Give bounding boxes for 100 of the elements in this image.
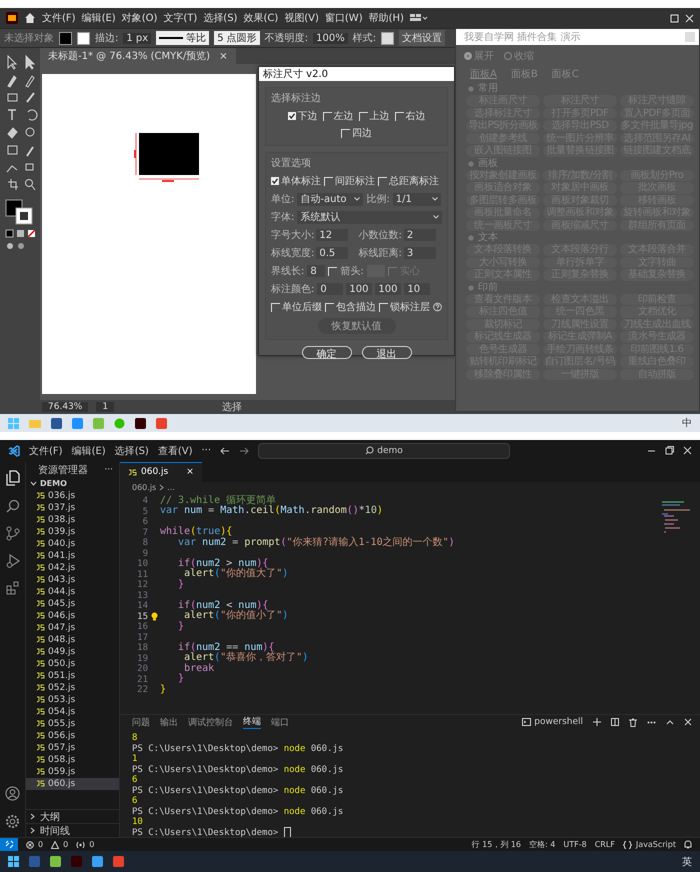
input-field[interactable]: 12 (316, 229, 348, 241)
file-item[interactable]: 055.js (26, 718, 119, 730)
file-item[interactable]: 052.js (26, 682, 119, 694)
dialog-button[interactable]: 确定 (302, 346, 352, 359)
terminal-selector[interactable]: powershell (522, 717, 583, 728)
file-item[interactable]: 037.js (26, 502, 119, 514)
menu-item[interactable]: 文件(F) (42, 11, 76, 25)
menu-item[interactable]: 文件(F) (29, 444, 63, 458)
file-item[interactable]: 059.js (26, 766, 119, 778)
forward-arrow-icon[interactable] (239, 446, 250, 455)
cursor-position[interactable]: 行 15，列 16 (472, 839, 522, 850)
scale-dropdown[interactable]: 1/1 (392, 192, 441, 206)
account-icon[interactable] (5, 786, 20, 802)
broadcast-icon[interactable] (76, 840, 86, 849)
close-icon[interactable] (684, 718, 692, 726)
help-icon[interactable] (433, 302, 442, 312)
file-item[interactable]: 053.js (26, 694, 119, 706)
file-item[interactable]: 049.js (26, 646, 119, 658)
input-field[interactable]: 10 (404, 283, 430, 295)
file-item[interactable]: 057.js (26, 742, 119, 754)
style-swatch[interactable] (381, 32, 394, 44)
unit-dropdown[interactable]: 自动-auto (297, 192, 364, 206)
windows-start-icon[interactable] (8, 418, 19, 428)
port-count[interactable]: 0 (89, 840, 94, 850)
more-icon[interactable] (647, 720, 656, 724)
checkbox[interactable] (288, 112, 296, 120)
menu-item[interactable]: 效果(C) (243, 11, 278, 25)
panel-tab[interactable]: 终端 (243, 715, 261, 730)
file-item[interactable]: 048.js (26, 634, 119, 646)
menu-item[interactable]: 选择(S) (114, 444, 149, 458)
file-item[interactable]: 040.js (26, 538, 119, 550)
search-icon[interactable] (6, 498, 20, 513)
input-field[interactable]: 8 (307, 265, 326, 277)
search-field[interactable]: demo (258, 442, 510, 459)
remote-button[interactable] (0, 838, 18, 852)
sidebar-section[interactable]: 大纲 (26, 809, 119, 824)
language-mode[interactable]: JavaScript (636, 840, 676, 850)
app-icon[interactable] (50, 856, 61, 868)
menu-item[interactable]: 视图(V) (284, 11, 319, 25)
input-field[interactable]: 0.5 (316, 247, 348, 259)
file-item[interactable]: 046.js (26, 610, 119, 622)
file-item[interactable]: 054.js (26, 706, 119, 718)
brush-dropdown[interactable]: 5 点圆形 (214, 31, 260, 45)
panel-tab[interactable]: 问题 (132, 715, 150, 730)
panel-tab[interactable]: 端口 (271, 715, 289, 730)
font-dropdown[interactable]: 系统默认 (297, 210, 442, 224)
source-control-icon[interactable] (6, 526, 20, 541)
error-icon[interactable] (26, 840, 34, 849)
folder-item[interactable]: DEMO (26, 478, 119, 490)
files-icon[interactable] (6, 470, 20, 486)
radio-button[interactable] (504, 52, 512, 60)
menu-item[interactable]: 对象(O) (122, 11, 158, 25)
input-field[interactable]: 0 (317, 283, 344, 295)
stroke-weight-field[interactable]: 1 px (123, 32, 152, 44)
artboard-field[interactable]: 1 (96, 402, 114, 412)
plus-icon[interactable] (593, 718, 601, 726)
breadcrumb-item[interactable]: 060.js (132, 483, 156, 492)
braces-icon[interactable] (622, 840, 632, 849)
trash-icon[interactable] (629, 718, 637, 727)
settings-icon[interactable] (5, 814, 20, 830)
input-method-indicator[interactable]: 英 (682, 854, 692, 869)
app-logo-icon[interactable] (6, 12, 18, 24)
document-tab[interactable]: 未标题-1* @ 76.43% (CMYK/预览) × (40, 48, 236, 64)
file-item[interactable]: 039.js (26, 526, 119, 538)
restore-icon[interactable] (670, 14, 679, 22)
panel-tab[interactable]: 输出 (160, 715, 178, 730)
file-item[interactable]: 056.js (26, 730, 119, 742)
windows-start-icon[interactable] (8, 856, 19, 868)
input-method-indicator[interactable]: 中 (682, 416, 692, 430)
error-count[interactable]: 0 (38, 840, 44, 850)
more-button[interactable]: ··· (104, 464, 113, 475)
workspace-icon[interactable] (410, 13, 428, 23)
bell-icon[interactable] (684, 840, 692, 850)
zoom-field[interactable]: 76.43% (42, 402, 88, 412)
stroke-swatch[interactable] (77, 32, 90, 44)
editor-tab[interactable]: 060.js × (120, 462, 202, 482)
file-item[interactable]: 038.js (26, 514, 119, 526)
file-item[interactable]: 058.js (26, 754, 119, 766)
dialog-button[interactable]: 退出 (362, 346, 412, 359)
document-setup-button[interactable]: 文档设置 (399, 30, 446, 46)
warning-count[interactable]: 0 (63, 840, 68, 850)
menu-item[interactable]: 查看(V) (158, 444, 192, 458)
home-icon[interactable] (24, 12, 36, 24)
file-item[interactable]: 043.js (26, 574, 119, 586)
menu-item[interactable]: 窗口(W) (324, 11, 363, 25)
close-icon[interactable] (683, 446, 692, 456)
restore-icon[interactable] (665, 446, 674, 456)
stroke-profile-dropdown[interactable]: 等比 (156, 31, 210, 45)
panel-tab[interactable]: 调试控制台 (188, 715, 233, 730)
file-item[interactable]: 041.js (26, 550, 119, 562)
lightbulb-icon[interactable] (150, 612, 158, 622)
app-icon[interactable] (135, 418, 146, 428)
close-icon[interactable] (685, 14, 694, 22)
opacity-field[interactable]: 100% (313, 32, 348, 44)
split-icon[interactable] (611, 718, 619, 726)
indent-setting[interactable]: 空格: 4 (529, 839, 556, 850)
input-field[interactable]: 100 (375, 283, 402, 295)
radio-button[interactable] (464, 52, 472, 60)
file-item[interactable]: 042.js (26, 562, 119, 574)
extensions-icon[interactable] (6, 580, 20, 595)
